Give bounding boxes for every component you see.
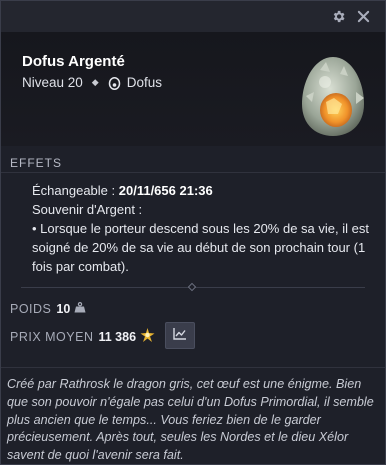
- ornament-divider: [21, 282, 365, 292]
- item-type: Dofus: [126, 75, 162, 90]
- dofus-egg-icon: [108, 75, 121, 90]
- item-description: Créé par Rathrosk le dragon gris, cet œu…: [7, 377, 374, 463]
- price-chart-button[interactable]: [165, 322, 195, 349]
- close-icon[interactable]: [355, 8, 372, 25]
- poids-value: 10: [56, 302, 71, 316]
- prix-label: PRIX MOYEN: [10, 329, 94, 344]
- exchangeable-line: Échangeable : 20/11/656 21:36: [22, 181, 372, 200]
- item-header: Dofus Argenté Niveau 20 ◆ Dofus: [1, 32, 385, 146]
- item-tooltip: Dofus Argenté Niveau 20 ◆ Dofus EFFETS É…: [0, 0, 386, 465]
- poids-label: POIDS: [10, 302, 52, 316]
- chart-icon: [173, 327, 187, 345]
- weight-icon: [74, 302, 86, 316]
- effets-section-title: EFFETS: [10, 156, 63, 170]
- section-divider: [1, 172, 385, 173]
- effects-block: Échangeable : 20/11/656 21:36 Souvenir d…: [22, 181, 372, 276]
- prix-row: PRIX MOYEN 11 386: [10, 328, 155, 345]
- souvenir-description: • Lorsque le porteur descend sous les 20…: [32, 221, 369, 274]
- item-name: Dofus Argenté: [22, 53, 125, 70]
- poids-row: POIDS 10: [10, 302, 86, 316]
- exchangeable-label: Échangeable :: [32, 183, 116, 198]
- separator-dot: ◆: [91, 77, 99, 87]
- kama-icon: [140, 328, 155, 345]
- gear-icon[interactable]: [330, 8, 347, 25]
- item-meta: Niveau 20 ◆ Dofus: [22, 75, 162, 90]
- dofus-egg-image: [296, 52, 370, 140]
- item-level: Niveau 20: [22, 75, 83, 90]
- exchangeable-date: 20/11/656 21:36: [118, 183, 213, 198]
- prix-value: 11 386: [98, 329, 137, 344]
- souvenir-title: Souvenir d'Argent :: [32, 202, 143, 217]
- tooltip-titlebar: [1, 1, 385, 32]
- description-divider: [1, 367, 385, 368]
